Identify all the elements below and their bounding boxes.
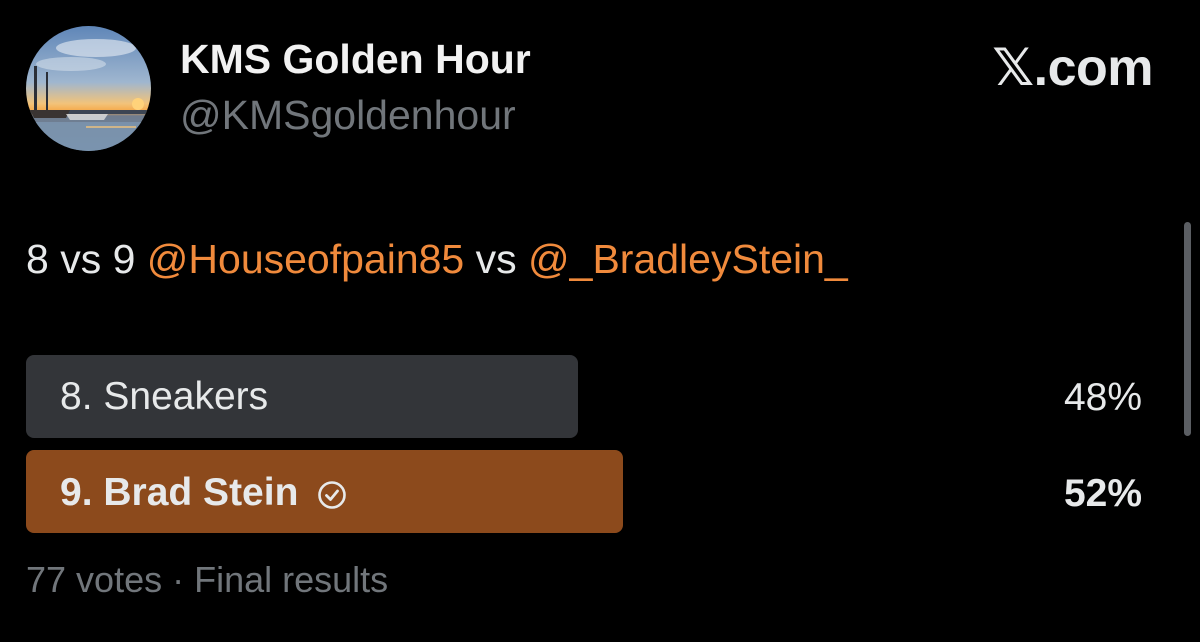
user-handle[interactable]: @KMSgoldenhour bbox=[180, 92, 516, 139]
brand-suffix: .com bbox=[1033, 39, 1154, 97]
x-com-brand: 𝕏.com bbox=[992, 38, 1153, 98]
poll-option-label: 8. Sneakers bbox=[60, 375, 268, 419]
tweet-text: 8 vs 9 @Houseofpain85 vs @_BradleyStein_ bbox=[26, 236, 848, 283]
tweet-joiner: vs bbox=[464, 236, 529, 282]
poll-option-text: 8. Sneakers bbox=[60, 375, 269, 418]
scrollbar-thumb[interactable] bbox=[1184, 222, 1191, 436]
display-name[interactable]: KMS Golden Hour bbox=[180, 36, 531, 83]
avatar[interactable] bbox=[26, 26, 151, 151]
tweet-prefix: 8 vs 9 bbox=[26, 236, 147, 282]
sunset-harbor-avatar-image bbox=[26, 26, 151, 151]
poll-option-label: 9. Brad Stein bbox=[60, 471, 348, 515]
poll-meta: 77 votes · Final results bbox=[26, 559, 389, 600]
mention-link-bradleystein[interactable]: @_BradleyStein_ bbox=[528, 236, 848, 282]
poll-option-text: 9. Brad Stein bbox=[60, 471, 299, 514]
poll-option-percent: 48% bbox=[1063, 376, 1142, 419]
mention-link-houseofpain85[interactable]: @Houseofpain85 bbox=[147, 236, 464, 282]
poll-option-bar: 8. Sneakers bbox=[26, 355, 578, 438]
check-circle-icon bbox=[316, 477, 348, 509]
x-logo-icon: 𝕏 bbox=[992, 38, 1034, 98]
poll-option-percent-winner: 52% bbox=[1063, 472, 1142, 515]
poll-option-bar-winner: 9. Brad Stein bbox=[26, 450, 623, 533]
